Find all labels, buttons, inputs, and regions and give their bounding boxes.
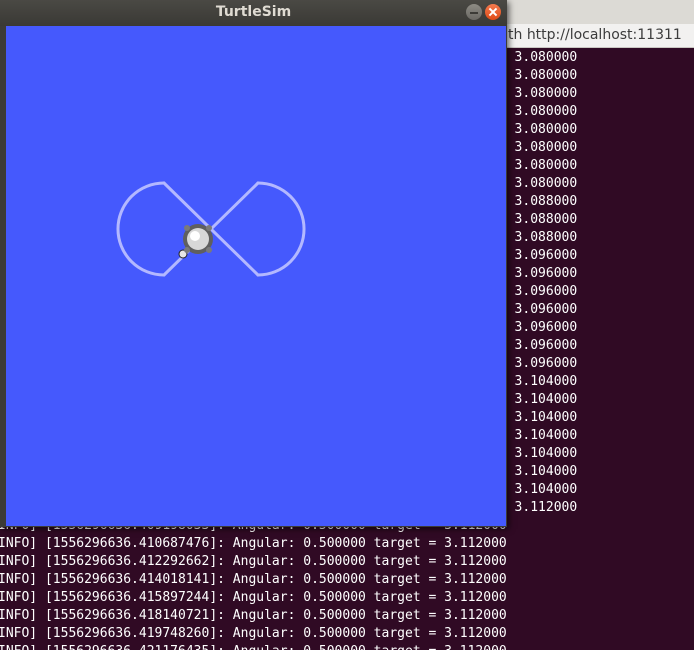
turtlesim-canvas <box>6 26 506 526</box>
log-line: INFO] [1556296636.415897244]: Angular: 0… <box>0 590 507 605</box>
close-icon[interactable] <box>485 4 501 20</box>
log-line: INFO] [1556296636.410687476]: Angular: 0… <box>0 536 507 551</box>
log-line: INFO] [1556296636.414018141]: Angular: 0… <box>0 572 507 587</box>
terminal-master-uri-text: th http://localhost:11311 <box>508 27 682 43</box>
canvas-background <box>6 26 506 526</box>
minimize-icon[interactable] <box>466 4 482 20</box>
log-line: INFO] [1556296636.418140721]: Angular: 0… <box>0 608 507 623</box>
log-line: INFO] [1556296636.419748260]: Angular: 0… <box>0 626 507 641</box>
log-line: INFO] [1556296636.421176435]: Angular: 0… <box>0 643 507 650</box>
log-line: INFO] [1556296636.412292662]: Angular: 0… <box>0 554 507 569</box>
turtlesim-titlebar[interactable]: TurtleSim <box>0 0 507 26</box>
turtlesim-window: TurtleSim <box>0 0 507 527</box>
window-title: TurtleSim <box>215 4 292 20</box>
